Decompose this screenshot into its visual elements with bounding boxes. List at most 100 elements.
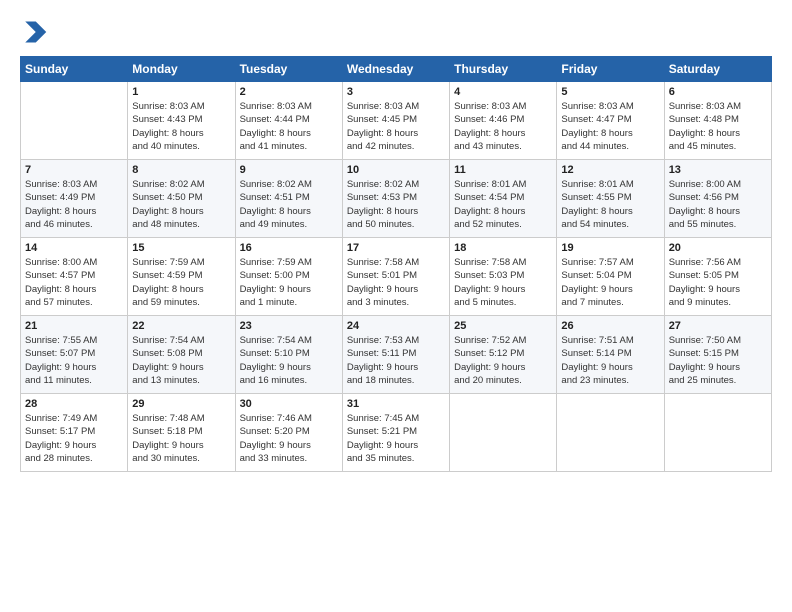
calendar-cell: 26Sunrise: 7:51 AMSunset: 5:14 PMDayligh…: [557, 316, 664, 394]
calendar-cell: 31 Sunrise: 7:45 AMSunset: 5:21 PMDayligh…: [342, 394, 449, 472]
day-number: 30: [240, 398, 338, 410]
day-info: Sunrise: 7:54 AMSunset: 5:08 PMDaylight:…: [132, 334, 230, 387]
day-info: Sunrise: 7:59 AMSunset: 4:59 PMDaylight:…: [132, 256, 230, 309]
day-number: 12: [561, 164, 659, 176]
calendar-table: SundayMondayTuesdayWednesdayThursdayFrid…: [20, 56, 772, 472]
calendar-cell: 1 Sunrise: 8:03 AMSunset: 4:43 PMDaylight…: [128, 82, 235, 160]
calendar-cell: 30 Sunrise: 7:46 AMSunset: 5:20 PMDayligh…: [235, 394, 342, 472]
day-number: 18: [454, 242, 552, 254]
day-number: 11: [454, 164, 552, 176]
calendar-cell: 15 Sunrise: 7:59 AMSunset: 4:59 PMDayligh…: [128, 238, 235, 316]
day-number: 9: [240, 164, 338, 176]
day-info: Sunrise: 8:00 AMSunset: 4:56 PMDaylight:…: [669, 178, 767, 231]
day-number: 16: [240, 242, 338, 254]
calendar-cell: 19 Sunrise: 7:57 AMSunset: 5:04 PMDayligh…: [557, 238, 664, 316]
day-info: Sunrise: 8:03 AMSunset: 4:47 PMDaylight:…: [561, 100, 659, 153]
day-header-saturday: Saturday: [664, 57, 771, 82]
day-header-tuesday: Tuesday: [235, 57, 342, 82]
day-info: Sunrise: 8:03 AMSunset: 4:43 PMDaylight:…: [132, 100, 230, 153]
day-header-sunday: Sunday: [21, 57, 128, 82]
day-number: 5: [561, 86, 659, 98]
day-number: 19: [561, 242, 659, 254]
day-number: 20: [669, 242, 767, 254]
calendar-cell: 12 Sunrise: 8:01 AMSunset: 4:55 PMDayligh…: [557, 160, 664, 238]
day-number: 6: [669, 86, 767, 98]
calendar-cell: 6 Sunrise: 8:03 AMSunset: 4:48 PMDaylight…: [664, 82, 771, 160]
day-info: Sunrise: 7:50 AMSunset: 5:15 PMDaylight:…: [669, 334, 767, 387]
calendar-cell: 11Sunrise: 8:01 AMSunset: 4:54 PMDayligh…: [450, 160, 557, 238]
day-info: Sunrise: 7:54 AMSunset: 5:10 PMDaylight:…: [240, 334, 338, 387]
calendar-cell: 22 Sunrise: 7:54 AMSunset: 5:08 PMDayligh…: [128, 316, 235, 394]
day-info: Sunrise: 7:58 AMSunset: 5:01 PMDaylight:…: [347, 256, 445, 309]
calendar-cell: 9 Sunrise: 8:02 AMSunset: 4:51 PMDaylight…: [235, 160, 342, 238]
day-info: Sunrise: 7:45 AMSunset: 5:21 PMDaylight:…: [347, 412, 445, 465]
day-info: Sunrise: 7:46 AMSunset: 5:20 PMDaylight:…: [240, 412, 338, 465]
day-number: 28: [25, 398, 123, 410]
day-info: Sunrise: 7:57 AMSunset: 5:04 PMDaylight:…: [561, 256, 659, 309]
calendar-cell: [21, 82, 128, 160]
calendar-header-row: SundayMondayTuesdayWednesdayThursdayFrid…: [21, 57, 772, 82]
logo: [20, 18, 52, 46]
day-number: 8: [132, 164, 230, 176]
day-info: Sunrise: 8:00 AMSunset: 4:57 PMDaylight:…: [25, 256, 123, 309]
calendar-cell: 21 Sunrise: 7:55 AMSunset: 5:07 PMDayligh…: [21, 316, 128, 394]
day-info: Sunrise: 7:48 AMSunset: 5:18 PMDaylight:…: [132, 412, 230, 465]
day-info: Sunrise: 8:03 AMSunset: 4:49 PMDaylight:…: [25, 178, 123, 231]
day-info: Sunrise: 8:02 AMSunset: 4:53 PMDaylight:…: [347, 178, 445, 231]
calendar-cell: 23 Sunrise: 7:54 AMSunset: 5:10 PMDayligh…: [235, 316, 342, 394]
day-number: 1: [132, 86, 230, 98]
day-info: Sunrise: 8:01 AMSunset: 4:55 PMDaylight:…: [561, 178, 659, 231]
day-info: Sunrise: 8:03 AMSunset: 4:48 PMDaylight:…: [669, 100, 767, 153]
calendar-cell: 3 Sunrise: 8:03 AMSunset: 4:45 PMDaylight…: [342, 82, 449, 160]
day-info: Sunrise: 7:56 AMSunset: 5:05 PMDaylight:…: [669, 256, 767, 309]
calendar-cell: 10 Sunrise: 8:02 AMSunset: 4:53 PMDayligh…: [342, 160, 449, 238]
calendar-cell: 25Sunrise: 7:52 AMSunset: 5:12 PMDayligh…: [450, 316, 557, 394]
day-info: Sunrise: 8:02 AMSunset: 4:51 PMDaylight:…: [240, 178, 338, 231]
day-info: Sunrise: 7:55 AMSunset: 5:07 PMDaylight:…: [25, 334, 123, 387]
calendar-week-row: 7 Sunrise: 8:03 AMSunset: 4:49 PMDaylight…: [21, 160, 772, 238]
day-number: 26: [561, 320, 659, 332]
calendar-cell: 18 Sunrise: 7:58 AMSunset: 5:03 PMDayligh…: [450, 238, 557, 316]
day-info: Sunrise: 8:03 AMSunset: 4:46 PMDaylight:…: [454, 100, 552, 153]
day-number: 31: [347, 398, 445, 410]
day-number: 29: [132, 398, 230, 410]
calendar-cell: [557, 394, 664, 472]
calendar-cell: 4 Sunrise: 8:03 AMSunset: 4:46 PMDaylight…: [450, 82, 557, 160]
calendar-cell: 13Sunrise: 8:00 AMSunset: 4:56 PMDayligh…: [664, 160, 771, 238]
day-number: 3: [347, 86, 445, 98]
day-number: 22: [132, 320, 230, 332]
calendar-cell: 7 Sunrise: 8:03 AMSunset: 4:49 PMDaylight…: [21, 160, 128, 238]
day-number: 24: [347, 320, 445, 332]
calendar-cell: 24 Sunrise: 7:53 AMSunset: 5:11 PMDayligh…: [342, 316, 449, 394]
day-number: 17: [347, 242, 445, 254]
day-number: 23: [240, 320, 338, 332]
calendar-week-row: 14 Sunrise: 8:00 AMSunset: 4:57 PMDayligh…: [21, 238, 772, 316]
calendar-cell: [450, 394, 557, 472]
day-number: 10: [347, 164, 445, 176]
calendar-week-row: 1 Sunrise: 8:03 AMSunset: 4:43 PMDaylight…: [21, 82, 772, 160]
calendar-cell: 28Sunrise: 7:49 AMSunset: 5:17 PMDayligh…: [21, 394, 128, 472]
day-number: 14: [25, 242, 123, 254]
calendar-cell: 29 Sunrise: 7:48 AMSunset: 5:18 PMDayligh…: [128, 394, 235, 472]
day-info: Sunrise: 7:53 AMSunset: 5:11 PMDaylight:…: [347, 334, 445, 387]
day-number: 7: [25, 164, 123, 176]
day-info: Sunrise: 7:59 AMSunset: 5:00 PMDaylight:…: [240, 256, 338, 309]
calendar-cell: 17 Sunrise: 7:58 AMSunset: 5:01 PMDayligh…: [342, 238, 449, 316]
calendar-week-row: 21 Sunrise: 7:55 AMSunset: 5:07 PMDayligh…: [21, 316, 772, 394]
day-number: 25: [454, 320, 552, 332]
calendar-cell: 2Sunrise: 8:03 AMSunset: 4:44 PMDaylight…: [235, 82, 342, 160]
day-header-thursday: Thursday: [450, 57, 557, 82]
calendar-cell: 8 Sunrise: 8:02 AMSunset: 4:50 PMDaylight…: [128, 160, 235, 238]
day-header-wednesday: Wednesday: [342, 57, 449, 82]
day-number: 4: [454, 86, 552, 98]
calendar-week-row: 28Sunrise: 7:49 AMSunset: 5:17 PMDayligh…: [21, 394, 772, 472]
day-number: 15: [132, 242, 230, 254]
logo-icon: [20, 18, 48, 46]
day-number: 2: [240, 86, 338, 98]
day-info: Sunrise: 7:58 AMSunset: 5:03 PMDaylight:…: [454, 256, 552, 309]
day-info: Sunrise: 8:03 AMSunset: 4:45 PMDaylight:…: [347, 100, 445, 153]
calendar-cell: 20 Sunrise: 7:56 AMSunset: 5:05 PMDayligh…: [664, 238, 771, 316]
calendar-cell: 16 Sunrise: 7:59 AMSunset: 5:00 PMDayligh…: [235, 238, 342, 316]
day-info: Sunrise: 8:02 AMSunset: 4:50 PMDaylight:…: [132, 178, 230, 231]
day-number: 21: [25, 320, 123, 332]
